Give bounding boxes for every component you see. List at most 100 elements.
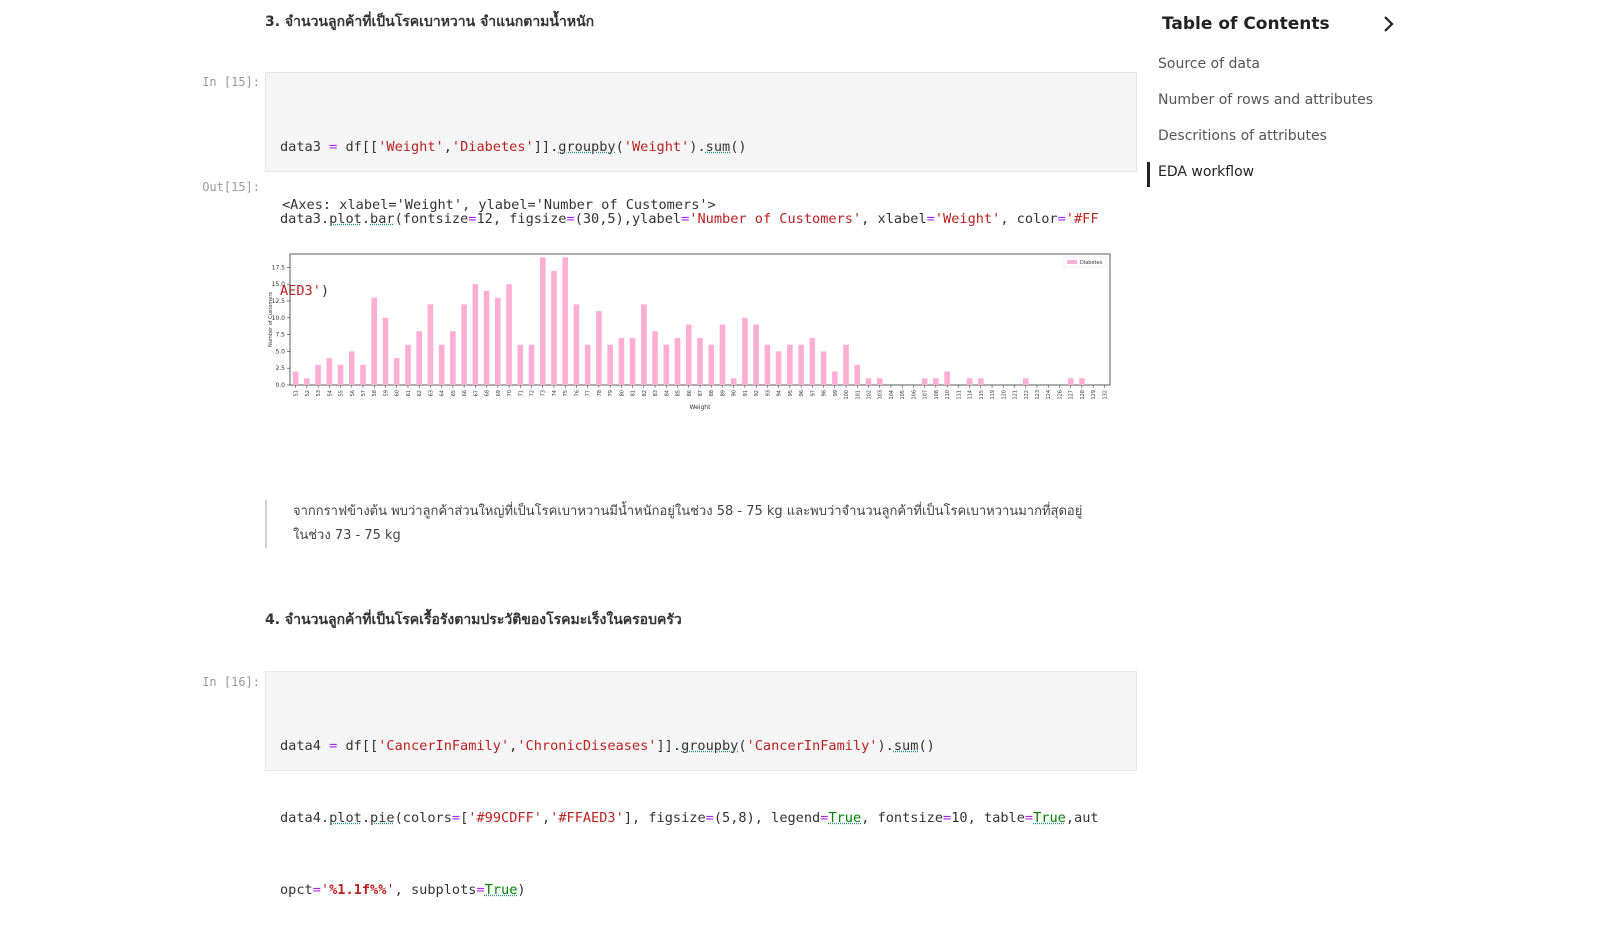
y-tick-label: 2.5: [275, 365, 285, 372]
code-line: data4 = df[['CancerInFamily','ChronicDis…: [280, 734, 1122, 758]
x-tick-label: 111: [956, 390, 962, 400]
bar: [978, 378, 984, 385]
insight-line-2: ในช่วง 73 - 75 kg: [293, 524, 1143, 548]
x-tick-label: 102: [866, 390, 872, 400]
x-tick-label: 51: [294, 390, 300, 396]
legend-label: Diabetes: [1080, 260, 1103, 266]
bar: [798, 345, 804, 385]
toc-item-eda-workflow[interactable]: EDA workflow: [1158, 164, 1254, 180]
bar: [529, 345, 535, 385]
bar: [641, 304, 647, 385]
x-tick-label: 105: [900, 390, 906, 400]
x-tick-label: 127: [1069, 390, 1075, 400]
x-tick-label: 93: [765, 390, 771, 396]
toc-item-source-of-data[interactable]: Source of data: [1158, 56, 1260, 72]
x-tick-label: 99: [833, 390, 839, 396]
x-tick-label: 79: [608, 390, 614, 396]
bar: [461, 304, 467, 385]
x-tick-label: 83: [653, 390, 659, 396]
x-tick-label: 91: [743, 390, 749, 396]
bar: [765, 345, 771, 385]
bar: [933, 378, 939, 385]
x-tick-label: 84: [664, 390, 670, 396]
output-text: <Axes: xlabel='Weight', ylabel='Number o…: [282, 197, 716, 213]
bar: [383, 318, 389, 385]
bar: [540, 257, 546, 385]
bar: [787, 345, 793, 385]
bar: [619, 338, 625, 385]
in-prompt-15: In [15]:: [190, 75, 260, 89]
x-tick-label: 76: [574, 390, 580, 396]
y-tick-label: 0.0: [275, 382, 285, 389]
bar: [473, 284, 479, 385]
bar: [1079, 378, 1085, 385]
x-tick-label: 69: [496, 390, 502, 396]
bar: [922, 378, 928, 385]
bar: [944, 372, 950, 385]
x-tick-label: 57: [361, 390, 367, 396]
x-tick-label: 62: [417, 390, 423, 396]
bar: [742, 318, 748, 385]
x-tick-label: 101: [855, 390, 861, 400]
x-tick-label: 53: [316, 390, 322, 396]
x-tick-label: 95: [788, 390, 794, 396]
bar: [821, 351, 827, 385]
bar: [1068, 378, 1074, 385]
x-tick-label: 67: [473, 390, 479, 396]
bar: [327, 358, 333, 385]
x-tick-label: 71: [518, 390, 524, 396]
code-cell-15[interactable]: data3 = df[['Weight','Diabetes']].groupb…: [265, 72, 1137, 172]
code-line: data4.plot.pie(colors=['#99CDFF','#FFAED…: [280, 806, 1122, 830]
x-tick-label: 59: [383, 390, 389, 396]
x-tick-label: 73: [541, 390, 547, 396]
x-tick-label: 108: [934, 390, 940, 400]
bar: [810, 338, 816, 385]
x-tick-label: 97: [810, 390, 816, 396]
x-tick-label: 89: [720, 390, 726, 396]
x-tick-label: 126: [1057, 390, 1063, 400]
x-tick-label: 74: [552, 390, 558, 396]
x-tick-label: 123: [1035, 390, 1041, 400]
bar: [315, 365, 321, 385]
x-tick-label: 70: [507, 390, 513, 396]
diabetes-weight-chart: 0.0 2.5 5.0 7.5 10.0 12.5 15.0 17.5 51 52 53 54 55 56…: [264, 250, 1124, 420]
toc-title: Table of Contents: [1162, 14, 1330, 34]
x-tick-label: 88: [709, 390, 715, 396]
toc-item-descriptions[interactable]: Descritions of attributes: [1158, 128, 1327, 144]
x-tick-label: 52: [305, 390, 311, 396]
x-tick-label: 85: [676, 390, 682, 396]
out-prompt-15: Out[15]:: [190, 180, 260, 194]
x-tick-label: 92: [754, 390, 760, 396]
toc-item-rows-attributes[interactable]: Number of rows and attributes: [1158, 92, 1373, 108]
bar: [360, 365, 366, 385]
x-axis-label: Weight: [690, 404, 712, 411]
bar: [495, 298, 501, 385]
bar: [293, 372, 299, 385]
x-tick-label: 98: [822, 390, 828, 396]
code-cell-16[interactable]: data4 = df[['CancerInFamily','ChronicDis…: [265, 671, 1137, 771]
bar: [562, 257, 568, 385]
bar: [607, 345, 613, 385]
bar: [652, 331, 658, 385]
x-tick-label: 132: [1102, 390, 1108, 400]
bar: [439, 345, 445, 385]
x-tick-label: 122: [1024, 390, 1030, 400]
x-tick-label: 68: [485, 390, 491, 396]
bar: [866, 378, 872, 385]
x-tick-label: 129: [1091, 390, 1097, 400]
x-tick-label: 55: [339, 390, 345, 396]
bar: [720, 325, 726, 385]
bar: [776, 351, 782, 385]
bar: [967, 378, 973, 385]
bar: [675, 338, 681, 385]
bar: [304, 378, 310, 385]
chevron-right-icon[interactable]: [1378, 14, 1398, 34]
bar: [686, 325, 692, 385]
x-tick-label: 58: [372, 390, 378, 396]
section-4-heading: 4. จำนวนลูกค้าที่เป็นโรคเรื้อรังตามประวั…: [265, 609, 682, 631]
x-tick-label: 87: [698, 390, 704, 396]
bar: [877, 378, 883, 385]
x-tick-label: 77: [586, 390, 592, 396]
insight-blockquote: จากกราฟข้างต้น พบว่าลูกค้าส่วนใหญ่ที่เป็…: [265, 500, 1143, 548]
x-tick-label: 121: [1013, 390, 1019, 400]
